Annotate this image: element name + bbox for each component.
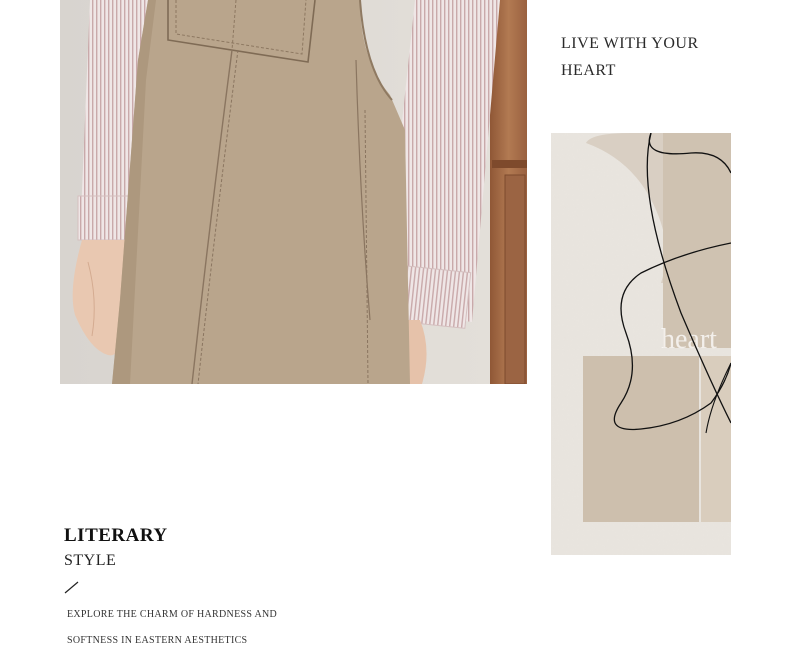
- description-line-2: SOFTNESS IN EASTERN AESTHETICS: [67, 635, 248, 646]
- headline-style: STYLE: [64, 552, 117, 569]
- tagline-line-1: LIVE WITH YOUR: [561, 35, 699, 52]
- tagline: LIVE WITH YOUR HEART: [561, 30, 761, 84]
- slash-divider-icon: [64, 581, 79, 594]
- abstract-art-illustration: heart: [551, 133, 731, 555]
- description-line-1: EXPLORE THE CHARM OF HARDNESS AND: [67, 609, 278, 620]
- dress-illustration: [60, 0, 527, 384]
- headline-literary: LITERARY: [64, 525, 168, 546]
- art-watermark: heart: [661, 324, 717, 355]
- abstract-art-panel: heart: [551, 133, 731, 555]
- product-photo: [60, 0, 527, 384]
- tagline-line-2: HEART: [561, 62, 616, 79]
